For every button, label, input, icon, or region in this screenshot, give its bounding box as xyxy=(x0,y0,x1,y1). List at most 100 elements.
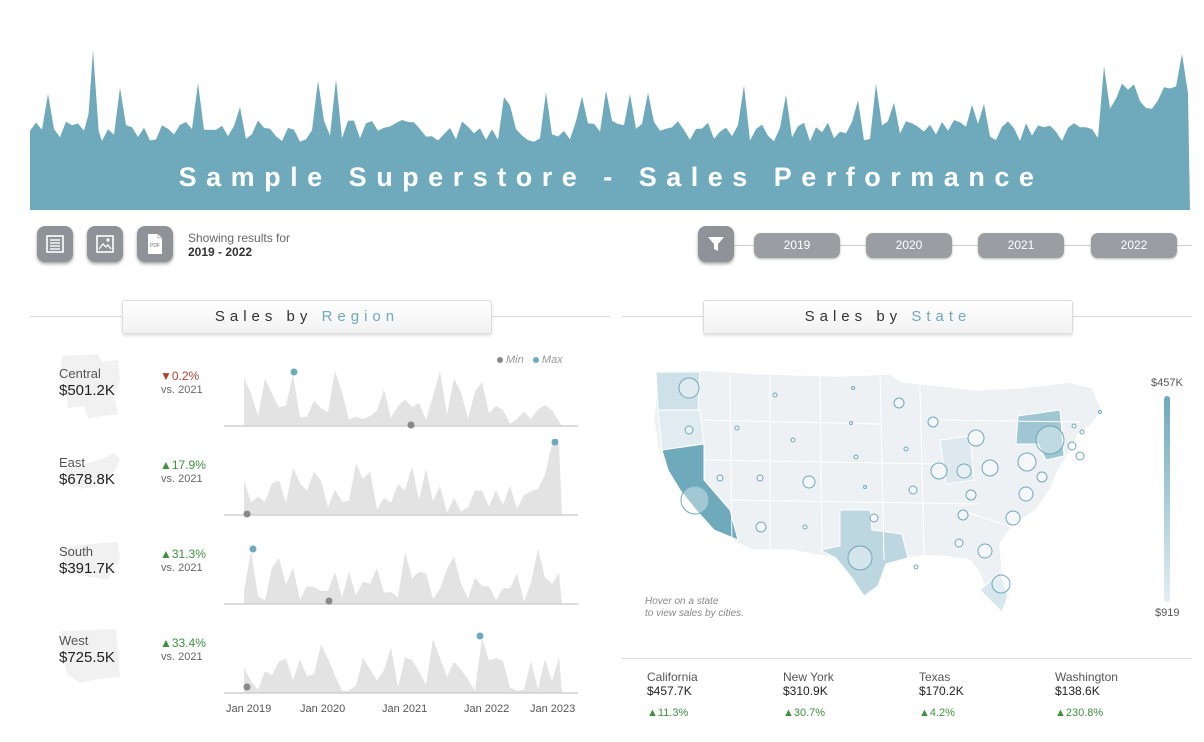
map-hint: Hover on a state to view sales by cities… xyxy=(645,596,744,620)
city-sales-bubble[interactable] xyxy=(734,425,740,431)
region-sales: $501.2K xyxy=(59,382,115,399)
filter-button[interactable] xyxy=(698,226,734,262)
x-axis-tick: Jan 2020 xyxy=(300,703,346,715)
city-sales-bubble[interactable] xyxy=(1071,423,1077,429)
city-sales-bubble[interactable] xyxy=(680,485,710,515)
top-states-divider xyxy=(622,658,1192,659)
city-sales-bubble[interactable] xyxy=(849,421,853,425)
city-sales-bubble[interactable] xyxy=(957,509,969,521)
city-sales-bubble[interactable] xyxy=(772,392,778,398)
city-sales-bubble[interactable] xyxy=(756,474,764,482)
showing-value: 2019 - 2022 xyxy=(188,245,253,259)
color-scale-min: $919 xyxy=(1155,607,1180,619)
region-name: West xyxy=(59,633,89,648)
page-title: Sample Superstore - Sales Performance xyxy=(178,162,1044,192)
list-view-button[interactable] xyxy=(37,226,73,262)
city-sales-bubble[interactable] xyxy=(802,524,808,530)
year-button-2021[interactable]: 2021 xyxy=(978,233,1064,258)
top-state-california[interactable]: California $457.7K ▲11.3% xyxy=(647,670,777,720)
city-sales-bubble[interactable] xyxy=(802,475,816,489)
city-sales-bubble[interactable] xyxy=(927,416,939,428)
city-sales-bubble[interactable] xyxy=(1075,451,1085,461)
region-row-east[interactable]: East $678.8K ▲17.9% vs. 2021 xyxy=(30,439,590,527)
city-sales-bubble[interactable] xyxy=(977,543,993,559)
city-sales-bubble[interactable] xyxy=(678,377,700,399)
us-state-sales-map[interactable] xyxy=(640,360,1130,620)
city-sales-bubble[interactable] xyxy=(913,564,919,570)
region-row-west[interactable]: West $725.5K ▲33.4% vs. 2021 xyxy=(30,617,590,705)
city-sales-bubble[interactable] xyxy=(1067,441,1077,451)
region-sales: $391.7K xyxy=(59,560,115,577)
city-sales-bubble[interactable] xyxy=(930,462,948,480)
city-sales-bubble[interactable] xyxy=(893,397,905,409)
city-sales-bubble[interactable] xyxy=(1079,429,1085,435)
showing-label: Showing results for xyxy=(188,231,291,245)
region-title-prefix: Sales by xyxy=(214,308,313,325)
pdf-icon: PDF xyxy=(148,234,162,254)
top-state-texas[interactable]: Texas $170.2K ▲4.2% xyxy=(919,670,1049,720)
region-row-central[interactable]: Central $501.2K ▼0.2% vs. 2021 xyxy=(30,350,590,438)
pdf-icon-label: PDF xyxy=(150,243,160,249)
region-change: ▲31.3% xyxy=(160,547,206,561)
state-sales: $138.6K xyxy=(1055,684,1100,698)
city-sales-bubble[interactable] xyxy=(1036,471,1048,483)
city-sales-bubble[interactable] xyxy=(1005,510,1021,526)
city-sales-bubble[interactable] xyxy=(853,454,859,460)
city-sales-bubble[interactable] xyxy=(908,485,918,495)
header-banner: Sample Superstore - Sales Performance xyxy=(0,0,1204,210)
state-name: California xyxy=(647,670,698,684)
color-scale-legend xyxy=(1164,396,1170,602)
date-range-summary: Showing results for 2019 - 2022 xyxy=(188,231,290,259)
top-state-washington[interactable]: Washington $138.6K ▲230.8% xyxy=(1055,670,1185,720)
year-button-2020[interactable]: 2020 xyxy=(866,233,952,258)
sparkline-area xyxy=(244,638,562,693)
state-name: Texas xyxy=(919,670,951,684)
state-change: ▲4.2% xyxy=(919,707,955,719)
pdf-export-button[interactable]: PDF xyxy=(137,226,173,262)
sparkline-area xyxy=(244,444,562,515)
region-vs-label: vs. 2021 xyxy=(161,384,203,396)
filter-icon xyxy=(708,237,724,251)
city-sales-bubble[interactable] xyxy=(755,521,767,533)
city-sales-bubble[interactable] xyxy=(1098,410,1102,414)
state-name: Washington xyxy=(1055,670,1118,684)
south-sales-sparkline xyxy=(224,545,578,605)
city-sales-bubble[interactable] xyxy=(790,437,796,443)
city-sales-bubble[interactable] xyxy=(967,429,985,447)
central-sales-sparkline xyxy=(224,368,578,429)
city-sales-bubble[interactable] xyxy=(1017,452,1037,472)
state-sales: $310.9K xyxy=(783,684,828,698)
x-axis-tick: Jan 2019 xyxy=(226,703,272,715)
city-sales-bubble[interactable] xyxy=(847,545,873,571)
region-sales: $678.8K xyxy=(59,471,115,488)
region-name: East xyxy=(59,455,86,470)
west-sales-sparkline xyxy=(224,632,578,694)
region-row-south[interactable]: South $391.7K ▲31.3% vs. 2021 xyxy=(30,528,590,616)
year-button-2022[interactable]: 2022 xyxy=(1091,233,1177,258)
city-sales-bubble[interactable] xyxy=(965,489,977,501)
city-sales-bubble[interactable] xyxy=(1035,425,1065,455)
region-vs-label: vs. 2021 xyxy=(161,562,203,574)
city-sales-bubble[interactable] xyxy=(851,386,855,390)
city-sales-bubble[interactable] xyxy=(956,463,972,479)
region-name: Central xyxy=(59,366,101,381)
x-axis-tick: Jan 2021 xyxy=(382,703,428,715)
city-sales-bubble[interactable] xyxy=(981,459,999,477)
city-sales-bubble[interactable] xyxy=(903,446,909,452)
color-scale-max: $457K xyxy=(1151,377,1183,389)
city-sales-bubble[interactable] xyxy=(991,574,1011,594)
year-button-2019[interactable]: 2019 xyxy=(754,233,840,258)
city-sales-bubble[interactable] xyxy=(863,485,867,489)
top-state-new-york[interactable]: New York $310.9K ▲30.7% xyxy=(783,670,913,720)
city-sales-bubble[interactable] xyxy=(684,425,694,435)
map-hint-line2: to view sales by cities. xyxy=(645,608,744,619)
max-marker xyxy=(249,545,257,553)
list-icon xyxy=(46,235,64,253)
state-change: ▲230.8% xyxy=(1055,707,1104,719)
city-sales-bubble[interactable] xyxy=(869,513,879,523)
state-name: New York xyxy=(783,670,834,684)
city-sales-bubble[interactable] xyxy=(954,538,964,548)
image-export-button[interactable] xyxy=(87,226,123,262)
city-sales-bubble[interactable] xyxy=(1018,486,1034,502)
city-sales-bubble[interactable] xyxy=(716,474,724,482)
